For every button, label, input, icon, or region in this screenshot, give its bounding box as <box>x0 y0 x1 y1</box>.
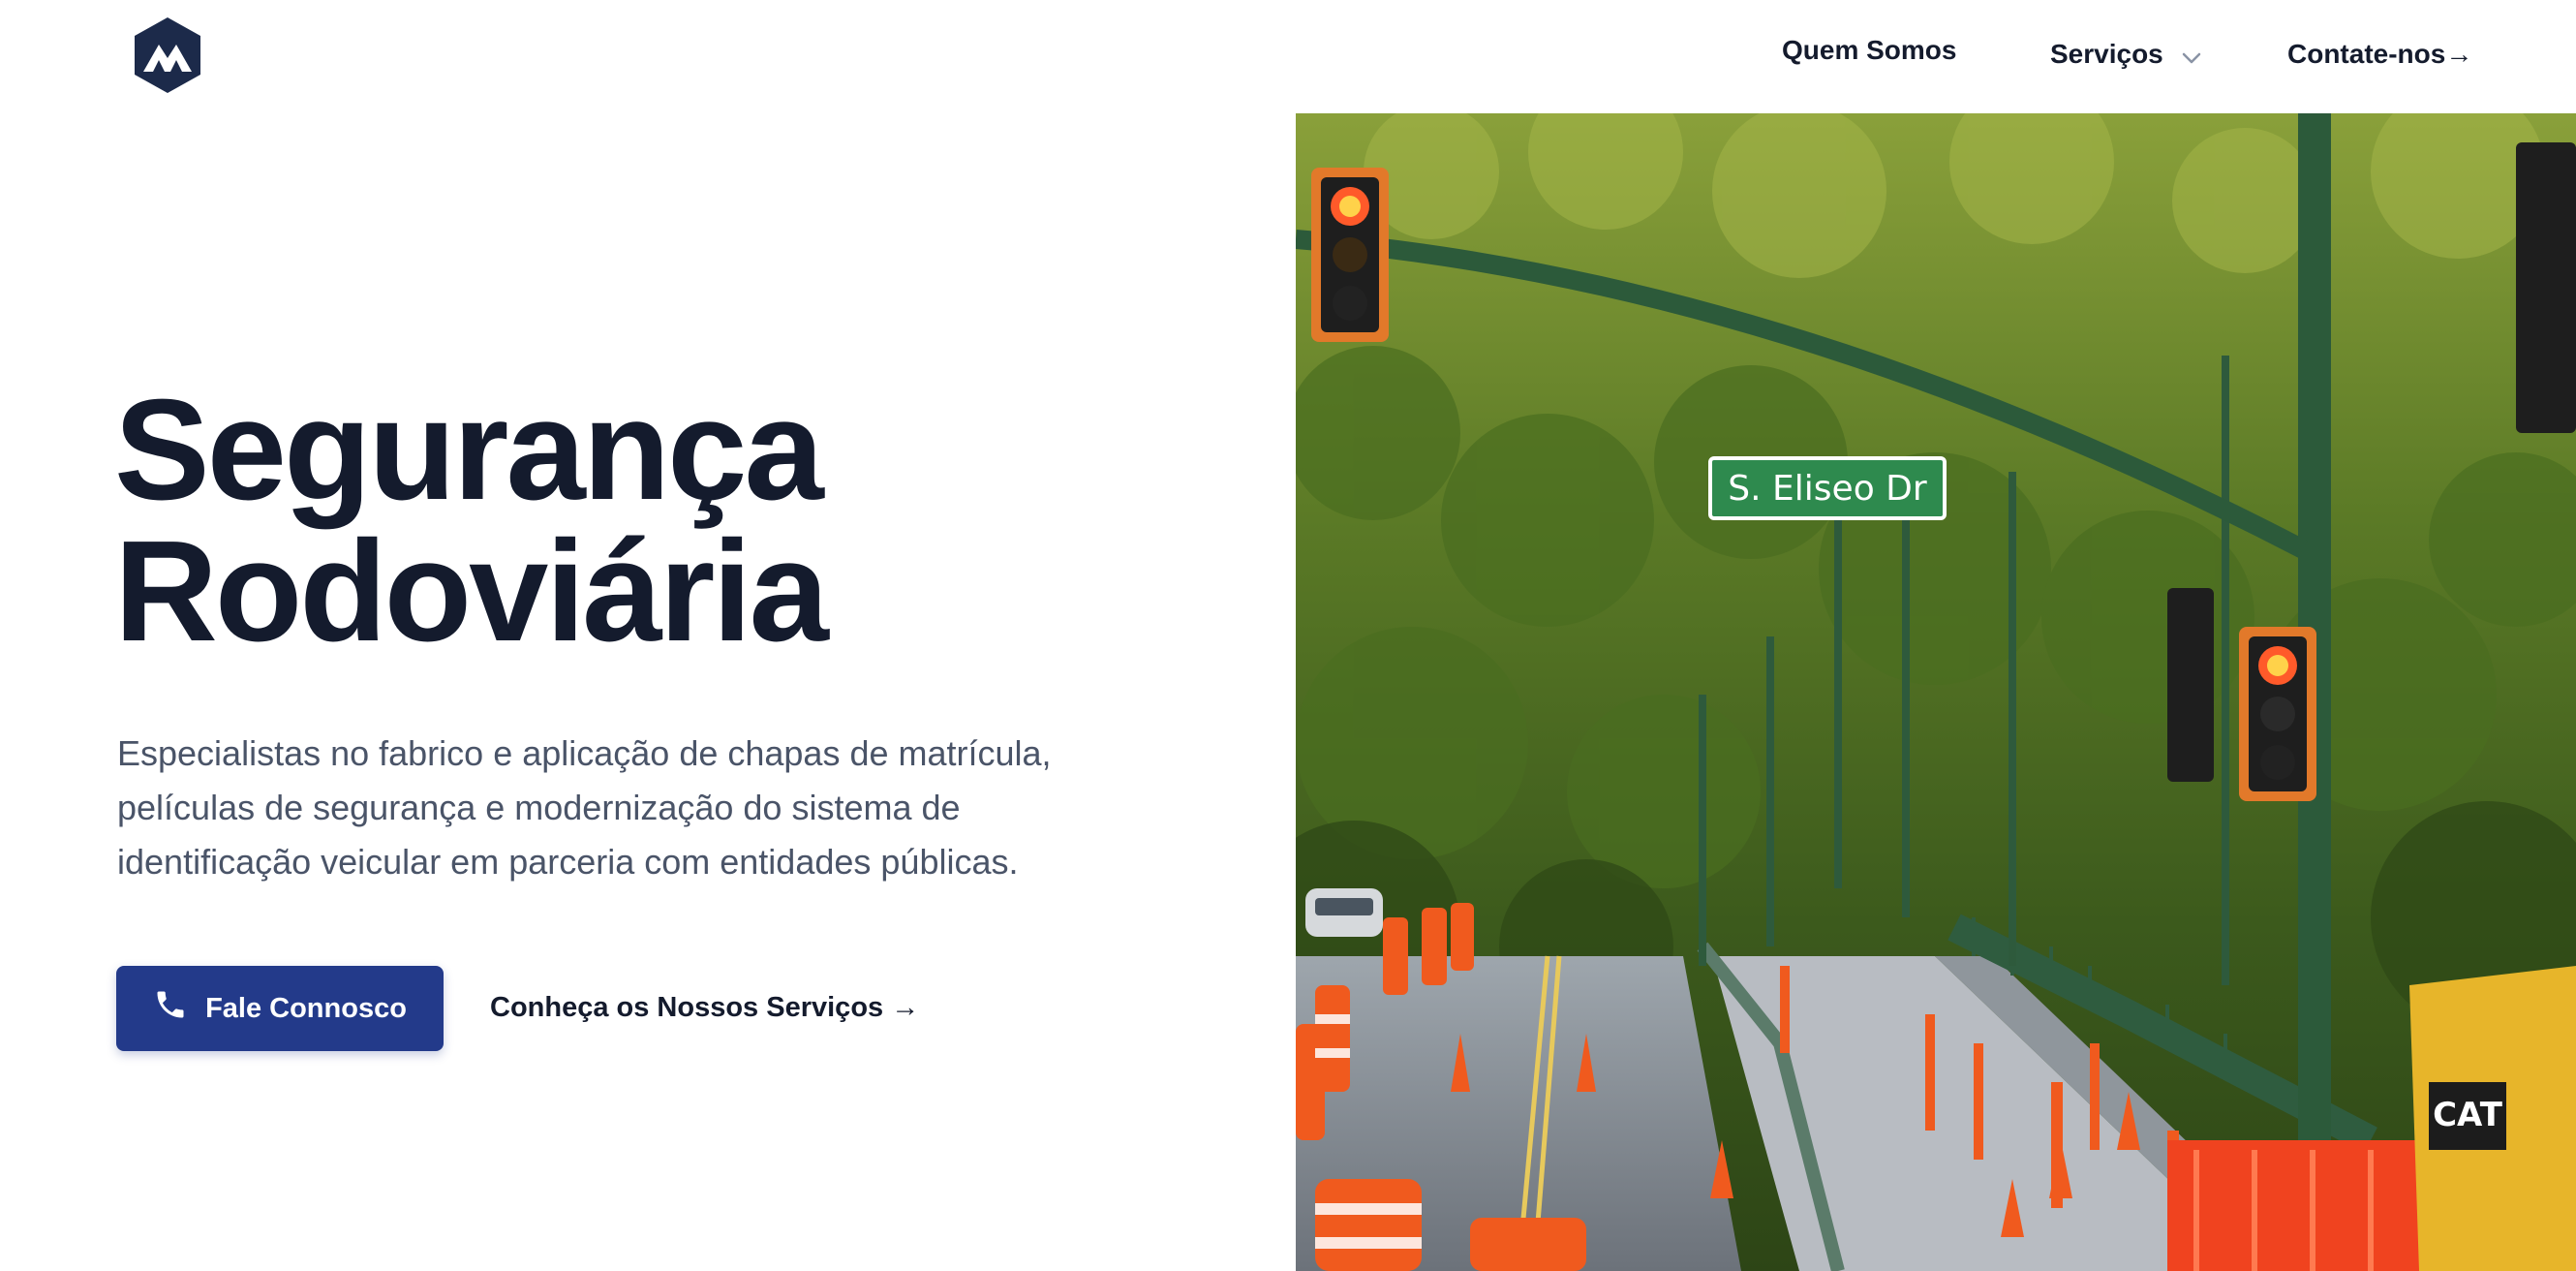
svg-text:CAT: CAT <box>2433 1096 2503 1134</box>
street-sign-text: S. Eliseo Dr <box>1728 469 1927 509</box>
hero-title-line-1: Segurança <box>114 370 824 530</box>
hero-description-line: Especialistas no fabrico e aplicação de … <box>117 733 1052 773</box>
phone-icon <box>153 987 188 1030</box>
nav-services-label: Serviços <box>2050 39 2163 69</box>
hero-title-line-2: Rodoviária <box>114 512 829 671</box>
hero-description: Especialistas no fabrico e aplicação de … <box>117 727 1124 889</box>
contact-us-button[interactable]: Fale Connosco <box>116 966 444 1051</box>
hero-description-line: películas de segurança e modernização do… <box>117 788 961 827</box>
mountain-hexagon-logo-icon <box>135 17 200 93</box>
nav-link-about[interactable]: Quem Somos <box>1782 35 1956 66</box>
chevron-down-icon <box>2181 41 2202 72</box>
hero-photo-illustration: S. Eliseo Dr CAT <box>1296 113 2576 1271</box>
page: Quem Somos Serviços Contate-nos→ Seguran… <box>0 0 2576 1271</box>
brand-logo[interactable] <box>132 16 203 95</box>
hero-title: Segurança Rodoviária <box>114 370 829 671</box>
hero-description-line: identificação veicular em parceria com e… <box>117 842 1019 882</box>
nav-link-contact[interactable]: Contate-nos→ <box>2287 39 2472 70</box>
road-construction-photo: S. Eliseo Dr CAT <box>1296 113 2576 1271</box>
nav-link-services[interactable]: Serviços <box>2050 39 2202 72</box>
contact-us-button-label: Fale Connosco <box>205 992 407 1024</box>
our-services-link[interactable]: Conheça os Nossos Serviços → <box>490 992 919 1024</box>
